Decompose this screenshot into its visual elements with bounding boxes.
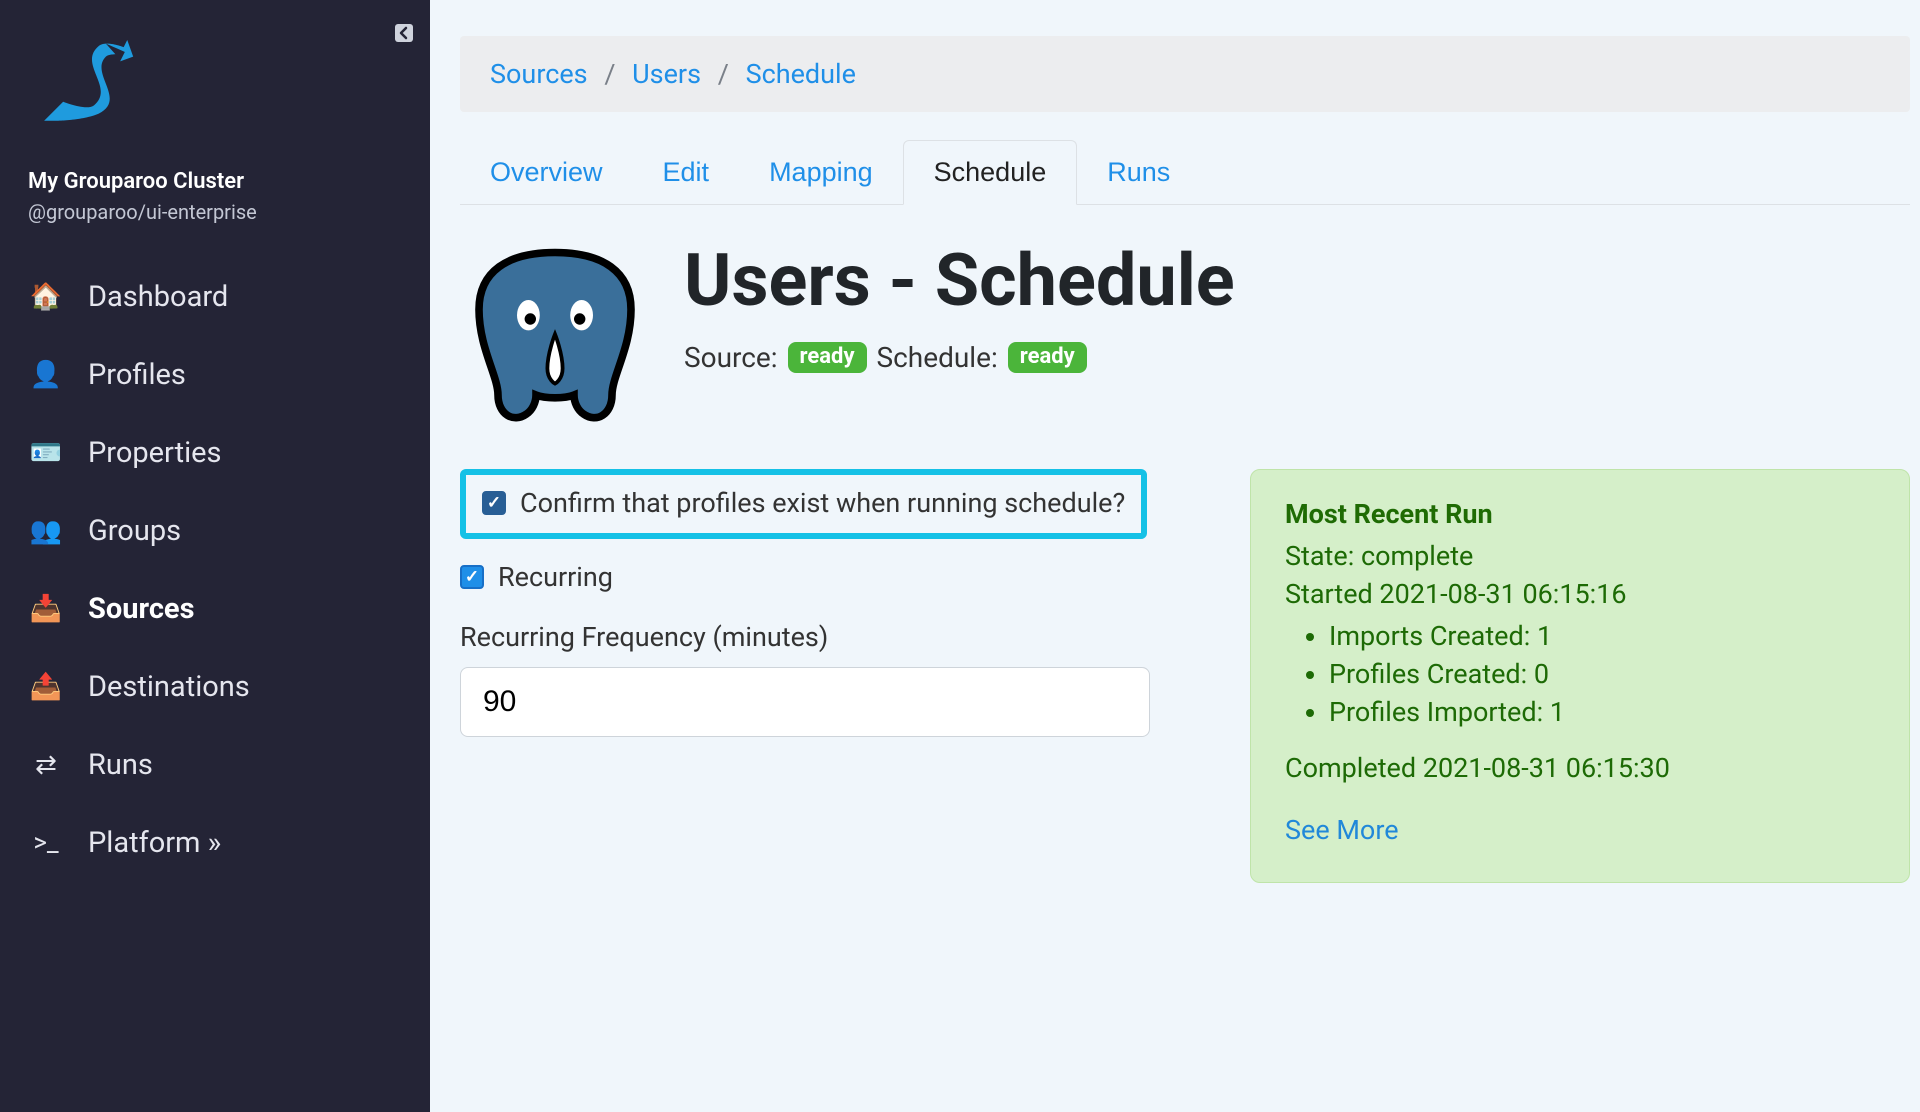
- sidebar: My Grouparoo Cluster @grouparoo/ui-enter…: [0, 0, 430, 1112]
- run-completed: Completed 2021-08-31 06:15:30: [1285, 752, 1875, 784]
- run-state: State: complete: [1285, 540, 1875, 572]
- frequency-label: Recurring Frequency (minutes): [460, 621, 1200, 653]
- tab-mapping[interactable]: Mapping: [739, 140, 903, 204]
- run-imports-created: Imports Created: 1: [1329, 620, 1875, 652]
- id-icon: 🪪: [28, 438, 64, 468]
- sidebar-item-dashboard[interactable]: 🏠 Dashboard: [28, 258, 402, 336]
- package-name: @grouparoo/ui-enterprise: [28, 200, 402, 224]
- terminal-icon: >_: [28, 828, 64, 858]
- sidebar-item-sources[interactable]: 📥 Sources: [28, 570, 402, 648]
- sidebar-item-label: Dashboard: [88, 280, 228, 314]
- export-icon: 📤: [28, 672, 64, 702]
- tab-runs[interactable]: Runs: [1077, 140, 1200, 204]
- sidebar-item-label: Properties: [88, 436, 221, 470]
- sidebar-item-label: Profiles: [88, 358, 186, 392]
- crumb-users[interactable]: Users: [632, 58, 701, 90]
- tab-schedule[interactable]: Schedule: [903, 140, 1078, 205]
- sidebar-item-groups[interactable]: 👥 Groups: [28, 492, 402, 570]
- users-icon: 👥: [28, 516, 64, 546]
- run-started: Started 2021-08-31 06:15:16: [1285, 578, 1875, 610]
- main-content: Sources / Users / Schedule Overview Edit…: [430, 0, 1920, 1112]
- crumb-schedule[interactable]: Schedule: [746, 58, 856, 90]
- tab-overview[interactable]: Overview: [460, 140, 633, 204]
- confirm-highlight-box: Confirm that profiles exist when running…: [460, 469, 1147, 539]
- sidebar-item-profiles[interactable]: 👤 Profiles: [28, 336, 402, 414]
- confirm-checkbox[interactable]: [482, 491, 506, 515]
- sidebar-item-platform[interactable]: >_ Platform »: [28, 804, 402, 882]
- run-profiles-imported: Profiles Imported: 1: [1329, 696, 1875, 728]
- sidebar-item-label: Groups: [88, 514, 181, 548]
- source-status-label: Source:: [684, 341, 778, 374]
- recent-run-card: Most Recent Run State: complete Started …: [1250, 469, 1910, 883]
- home-icon: 🏠: [28, 282, 64, 312]
- breadcrumb: Sources / Users / Schedule: [460, 36, 1910, 112]
- crumb-sep: /: [604, 58, 615, 90]
- sidebar-item-label: Sources: [88, 592, 194, 626]
- cluster-name: My Grouparoo Cluster: [28, 169, 402, 194]
- tabs: Overview Edit Mapping Schedule Runs: [460, 140, 1910, 205]
- swap-icon: ⇄: [28, 750, 64, 780]
- page-title: Users - Schedule: [684, 243, 1235, 319]
- source-status-badge: ready: [788, 342, 867, 373]
- crumb-sources[interactable]: Sources: [490, 58, 588, 90]
- sidebar-nav: 🏠 Dashboard 👤 Profiles 🪪 Properties 👥 Groups…: [28, 258, 402, 882]
- sidebar-item-destinations[interactable]: 📤 Destinations: [28, 648, 402, 726]
- app-logo: [34, 40, 402, 139]
- see-more-link[interactable]: See More: [1285, 814, 1875, 846]
- tab-edit[interactable]: Edit: [633, 140, 740, 204]
- sidebar-item-label: Runs: [88, 748, 153, 782]
- recurring-checkbox[interactable]: [460, 565, 484, 589]
- postgres-logo-icon: [460, 243, 650, 433]
- crumb-sep: /: [718, 58, 729, 90]
- import-icon: 📥: [28, 594, 64, 624]
- sidebar-item-properties[interactable]: 🪪 Properties: [28, 414, 402, 492]
- recent-run-title: Most Recent Run: [1285, 498, 1875, 530]
- schedule-status-badge: ready: [1008, 342, 1087, 373]
- frequency-input[interactable]: [460, 667, 1150, 737]
- sidebar-item-label: Destinations: [88, 670, 250, 704]
- sidebar-collapse-button[interactable]: [392, 21, 416, 45]
- schedule-status-label: Schedule:: [877, 341, 998, 374]
- recurring-label: Recurring: [498, 561, 613, 593]
- user-icon: 👤: [28, 360, 64, 390]
- run-profiles-created: Profiles Created: 0: [1329, 658, 1875, 690]
- sidebar-item-runs[interactable]: ⇄ Runs: [28, 726, 402, 804]
- sidebar-item-label: Platform »: [88, 826, 221, 860]
- confirm-label: Confirm that profiles exist when running…: [520, 487, 1125, 519]
